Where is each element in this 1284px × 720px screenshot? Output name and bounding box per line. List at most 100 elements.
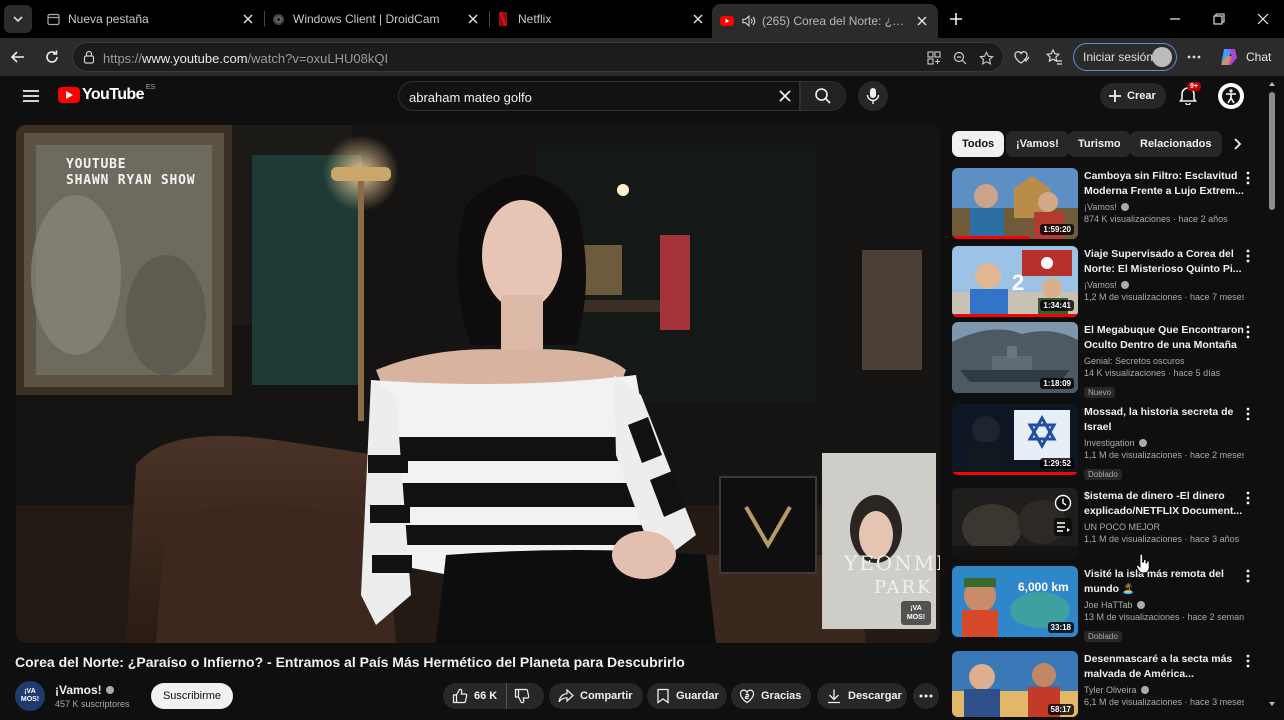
site-info-icon[interactable]	[82, 50, 96, 64]
video-thumbnail[interactable]: 2 1:34:41	[952, 246, 1078, 317]
channel-avatar[interactable]: ¡VA MOS!	[15, 681, 45, 711]
create-button[interactable]: Crear	[1100, 83, 1166, 109]
close-tab-icon[interactable]	[240, 11, 256, 27]
channel-watermark-badge[interactable]: ¡VA MOS!	[901, 601, 931, 625]
new-tab-button[interactable]	[944, 7, 968, 31]
recommendation-item[interactable]: 58:17 Desenmascaré a la secta más malvad…	[952, 651, 1264, 720]
favorites-icon	[1045, 48, 1062, 65]
search-input[interactable]: abraham mateo golfo	[398, 81, 800, 111]
thanks-button[interactable]: Gracias	[731, 683, 811, 709]
tab-droidcam[interactable]: Windows Client | DroidCam	[263, 5, 489, 33]
channel-name[interactable]: ¡Vamos!	[1084, 278, 1244, 292]
channel-name[interactable]: UN POCO MEJOR	[1084, 520, 1244, 534]
recommendation-item[interactable]: 6,000 km 33:18 Visité la isla más remota…	[952, 566, 1264, 646]
video-thumbnail[interactable]	[952, 488, 1078, 559]
close-tab-icon[interactable]	[914, 13, 930, 29]
video-duration: 33:18	[1047, 622, 1074, 633]
voice-search-button[interactable]	[858, 81, 888, 111]
video-meta: Viaje Supervisado a Corea del Norte: El …	[1084, 247, 1244, 306]
app-available-icon[interactable]	[925, 49, 943, 67]
tab-nueva-pestana[interactable]: Nueva pestaña	[38, 5, 264, 33]
video-title[interactable]: Camboya sin Filtro: Esclavitud Moderna F…	[1084, 169, 1244, 199]
share-button[interactable]: Compartir	[549, 683, 643, 709]
video-title[interactable]: Viaje Supervisado a Corea del Norte: El …	[1084, 247, 1244, 277]
verified-badge-icon	[1120, 281, 1129, 289]
notifications-button[interactable]: 9+	[1178, 82, 1201, 107]
address-bar[interactable]: https://www.youtube.com/watch?v=oxuLHU08…	[72, 42, 1004, 72]
channel-name[interactable]: ¡Vamos!	[1084, 200, 1244, 214]
channel-name[interactable]: Genial: Secretos oscuros	[1084, 354, 1244, 368]
search-button[interactable]	[800, 81, 846, 111]
scroll-down-arrow-icon[interactable]	[1268, 700, 1276, 708]
youtube-logo[interactable]: YouTube ES	[58, 84, 155, 104]
video-thumbnail[interactable]: 1:59:20	[952, 168, 1078, 239]
item-menu-button[interactable]	[1244, 170, 1252, 186]
subscribe-button[interactable]: Suscribirme	[151, 683, 233, 709]
zoom-icon[interactable]	[951, 49, 969, 67]
item-menu-button[interactable]	[1244, 568, 1252, 584]
recommendation-item[interactable]: 2 1:34:41 Viaje Supervisado a Corea del …	[952, 246, 1264, 322]
item-menu-button[interactable]	[1244, 653, 1252, 669]
video-title[interactable]: Desenmascaré a la secta más malvada de A…	[1084, 652, 1244, 682]
reload-button[interactable]	[39, 44, 65, 70]
recommendation-item[interactable]: $istema de dinero -El dinero explicado/N…	[952, 488, 1264, 564]
star-favorite-icon[interactable]	[977, 49, 995, 67]
tab-youtube-active[interactable]: (265) Corea del Norte: ¿Paraíso	[712, 4, 938, 38]
video-title[interactable]: $istema de dinero -El dinero explicado/N…	[1084, 489, 1244, 519]
back-button[interactable]	[5, 44, 31, 70]
more-menu-button[interactable]	[1181, 44, 1207, 70]
add-to-queue-icon[interactable]	[1054, 518, 1072, 536]
tab-actions-menu-button[interactable]	[4, 5, 32, 33]
channel-name[interactable]: Tyler Oliveira	[1084, 683, 1244, 697]
video-title[interactable]: El Megabuque Que Encontraron Oculto Dent…	[1084, 323, 1244, 353]
video-thumbnail[interactable]: 1:18:09	[952, 322, 1078, 393]
save-button[interactable]: Guardar	[647, 683, 727, 709]
favorites-button[interactable]	[1041, 44, 1067, 70]
recommendation-item[interactable]: 1:59:20 Camboya sin Filtro: Esclavitud M…	[952, 168, 1264, 244]
video-overlay-watermark: YOUTUBE SHAWN RYAN SHOW	[66, 157, 196, 188]
browser-essentials-button[interactable]	[1008, 44, 1034, 70]
video-title[interactable]: Visité la isla más remota del mundo 🏝️	[1084, 567, 1244, 597]
chip-todos[interactable]: Todos	[952, 131, 1005, 157]
minimize-button[interactable]	[1163, 7, 1187, 31]
video-player[interactable]: YOUTUBE SHAWN RYAN SHOW YEONMI PARK ¡VA M…	[16, 125, 940, 643]
sign-in-button[interactable]: Iniciar sesión	[1073, 43, 1177, 71]
item-menu-button[interactable]	[1244, 406, 1252, 422]
watch-later-clock-icon[interactable]	[1054, 494, 1072, 512]
item-menu-button[interactable]	[1244, 248, 1252, 264]
video-thumbnail[interactable]: 6,000 km 33:18	[952, 566, 1078, 637]
item-menu-button[interactable]	[1244, 324, 1252, 340]
thumbnail-number-overlay: 2	[1012, 270, 1025, 295]
scroll-up-arrow-icon[interactable]	[1268, 80, 1276, 88]
video-meta: Desenmascaré a la secta más malvada de A…	[1084, 652, 1244, 711]
chip-vamos[interactable]: ¡Vamos!	[1006, 131, 1069, 157]
close-tab-icon[interactable]	[690, 11, 706, 27]
restore-button[interactable]	[1207, 7, 1231, 31]
channel-name[interactable]: ¡Vamos!	[55, 683, 114, 697]
hamburger-menu-icon[interactable]	[20, 86, 42, 106]
close-tab-icon[interactable]	[465, 11, 481, 27]
chat-label: Chat	[1246, 50, 1272, 64]
copilot-chat-button[interactable]: Chat	[1218, 46, 1271, 68]
more-actions-button[interactable]	[913, 683, 939, 709]
page-scrollbar-thumb[interactable]	[1269, 92, 1275, 210]
account-avatar-button[interactable]	[1218, 83, 1244, 109]
channel-name[interactable]: Investigation	[1084, 436, 1244, 450]
video-thumbnail[interactable]: 1:29:52	[952, 404, 1078, 475]
download-button[interactable]: Descargar	[817, 683, 907, 709]
tab-netflix[interactable]: Netflix	[488, 5, 714, 33]
dislike-button[interactable]	[507, 683, 543, 709]
chips-next-button[interactable]	[1226, 133, 1248, 155]
recommendation-item[interactable]: 1:18:09 El Megabuque Que Encontraron Ocu…	[952, 322, 1264, 402]
item-menu-button[interactable]	[1244, 490, 1252, 506]
video-thumbnail[interactable]: 58:17	[952, 651, 1078, 717]
video-title[interactable]: Mossad, la historia secreta de Israel	[1084, 405, 1244, 435]
channel-name[interactable]: Joe HaTTab	[1084, 598, 1244, 612]
recommendation-item[interactable]: 1:29:52 Mossad, la historia secreta de I…	[952, 404, 1264, 484]
like-button[interactable]: 66 K	[443, 683, 507, 709]
chip-relacionados[interactable]: Relacionados	[1130, 131, 1222, 157]
speaker-audio-icon[interactable]	[742, 14, 756, 28]
close-window-button[interactable]	[1251, 7, 1275, 31]
chip-turismo[interactable]: Turismo	[1068, 131, 1131, 157]
clear-search-icon[interactable]	[777, 88, 793, 104]
